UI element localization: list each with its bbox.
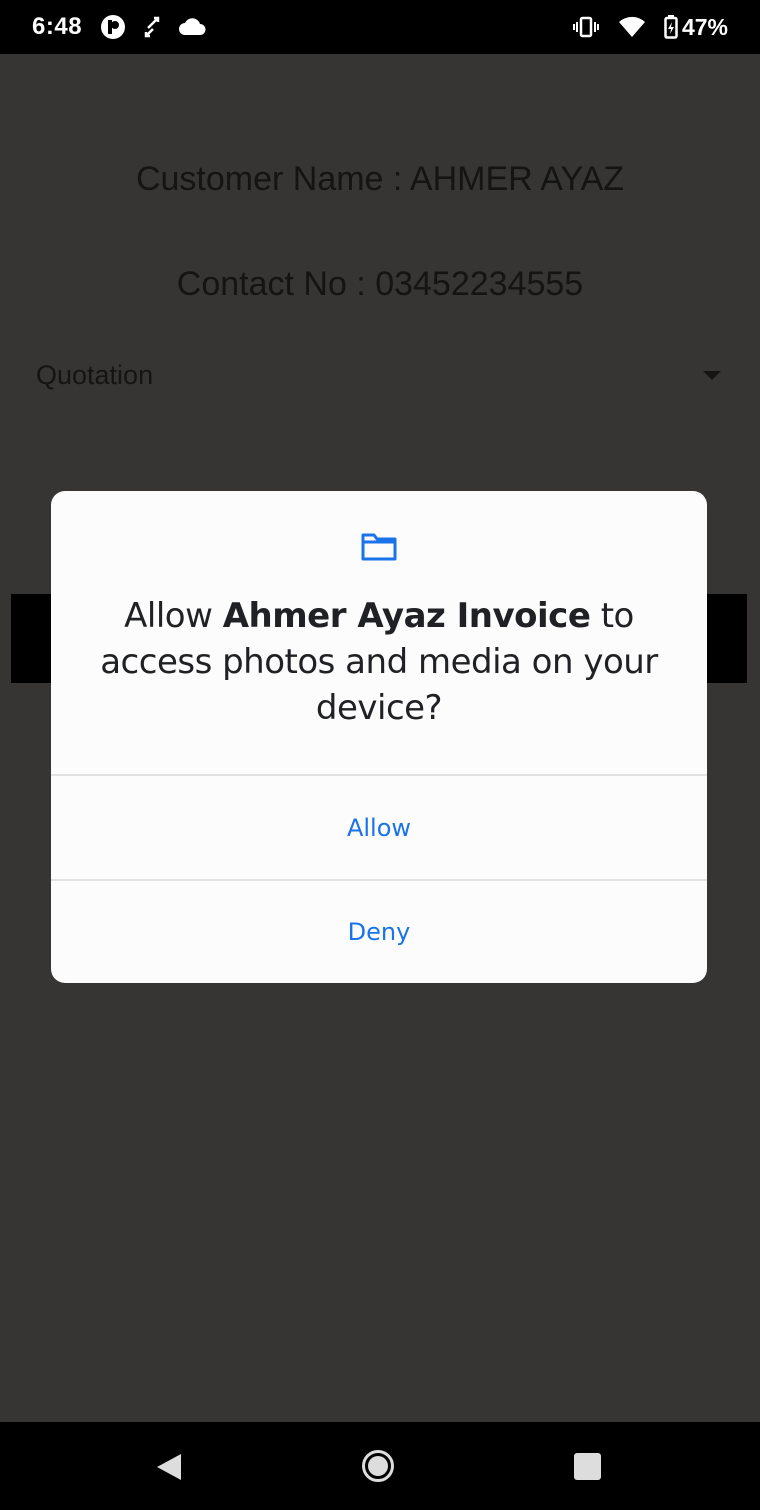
folder-icon bbox=[360, 531, 398, 563]
contact-number: Contact No : 03452234555 bbox=[176, 265, 584, 303]
dropdown-arrow-icon bbox=[703, 370, 721, 380]
customer-name: Customer Name : AHMER AYAZ bbox=[135, 160, 625, 198]
document-type-value: Quotation bbox=[36, 359, 154, 390]
navigation-bar bbox=[0, 1422, 760, 1510]
back-icon[interactable] bbox=[155, 1452, 183, 1487]
cloud-icon bbox=[178, 18, 206, 36]
allow-button[interactable]: Allow bbox=[51, 776, 707, 879]
swap-icon bbox=[144, 16, 160, 38]
battery-group: 47% bbox=[664, 14, 728, 41]
document-type-dropdown[interactable]: Quotation bbox=[0, 350, 760, 400]
recents-icon[interactable] bbox=[574, 1453, 601, 1480]
vibrate-icon bbox=[572, 15, 600, 39]
pocket-casts-icon bbox=[100, 14, 126, 40]
status-right: 47% bbox=[572, 14, 728, 41]
battery-percent: 47% bbox=[681, 13, 728, 40]
home-icon[interactable] bbox=[362, 1450, 394, 1482]
home-icon-inner bbox=[368, 1456, 388, 1476]
status-left: 6:48 bbox=[32, 13, 206, 41]
wifi-icon bbox=[618, 16, 646, 38]
permission-app-name: Ahmer Ayaz Invoice bbox=[222, 596, 591, 636]
permission-dialog: Allow Ahmer Ayaz Invoice to access photo… bbox=[51, 491, 707, 983]
permission-message: Allow Ahmer Ayaz Invoice to access photo… bbox=[75, 593, 683, 731]
status-time: 6:48 bbox=[32, 13, 83, 40]
deny-button[interactable]: Deny bbox=[51, 881, 707, 983]
status-bar: 6:48 47% bbox=[0, 0, 760, 54]
message-prefix: Allow bbox=[124, 596, 223, 636]
battery-charging-icon bbox=[664, 15, 678, 39]
